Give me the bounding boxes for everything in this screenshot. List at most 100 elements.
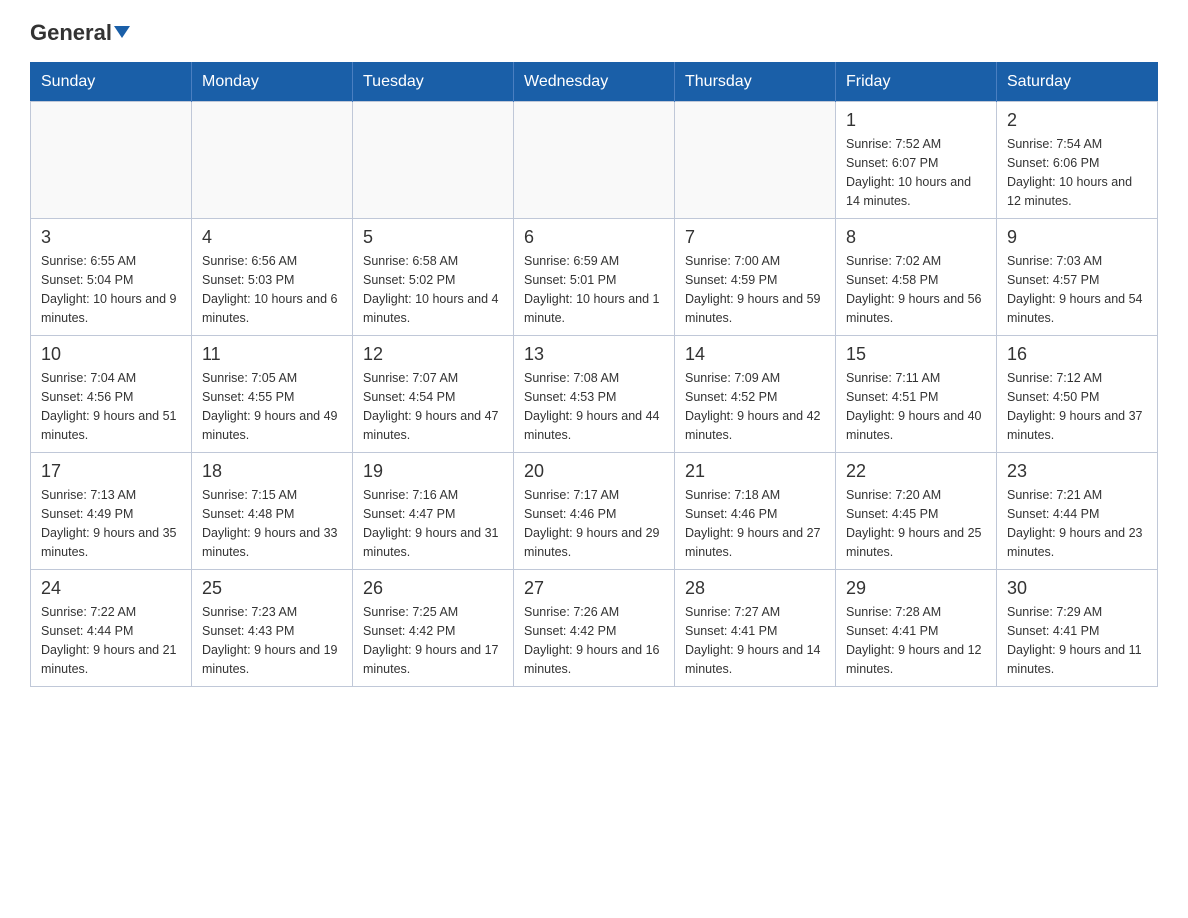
- day-number: 30: [1007, 578, 1147, 599]
- day-info: Sunrise: 7:54 AMSunset: 6:06 PMDaylight:…: [1007, 135, 1147, 210]
- calendar-cell: 4 Sunrise: 6:56 AMSunset: 5:03 PMDaylight…: [192, 219, 353, 336]
- day-number: 16: [1007, 344, 1147, 365]
- calendar-cell: [31, 102, 192, 219]
- logo-triangle-icon: [114, 26, 130, 38]
- day-info: Sunrise: 7:12 AMSunset: 4:50 PMDaylight:…: [1007, 369, 1147, 444]
- day-number: 27: [524, 578, 664, 599]
- header-sunday: Sunday: [31, 63, 192, 102]
- day-number: 1: [846, 110, 986, 131]
- day-number: 3: [41, 227, 181, 248]
- header-monday: Monday: [192, 63, 353, 102]
- calendar-cell: 25 Sunrise: 7:23 AMSunset: 4:43 PMDayligh…: [192, 570, 353, 687]
- day-number: 10: [41, 344, 181, 365]
- day-info: Sunrise: 7:08 AMSunset: 4:53 PMDaylight:…: [524, 369, 664, 444]
- day-info: Sunrise: 7:20 AMSunset: 4:45 PMDaylight:…: [846, 486, 986, 561]
- calendar-cell: 22 Sunrise: 7:20 AMSunset: 4:45 PMDayligh…: [836, 453, 997, 570]
- calendar-cell: 1 Sunrise: 7:52 AMSunset: 6:07 PMDaylight…: [836, 102, 997, 219]
- day-number: 25: [202, 578, 342, 599]
- calendar-body: 1 Sunrise: 7:52 AMSunset: 6:07 PMDaylight…: [31, 102, 1158, 687]
- day-number: 21: [685, 461, 825, 482]
- day-info: Sunrise: 7:25 AMSunset: 4:42 PMDaylight:…: [363, 603, 503, 678]
- calendar-cell: 3 Sunrise: 6:55 AMSunset: 5:04 PMDaylight…: [31, 219, 192, 336]
- day-number: 20: [524, 461, 664, 482]
- calendar-cell: 15 Sunrise: 7:11 AMSunset: 4:51 PMDayligh…: [836, 336, 997, 453]
- calendar-cell: 26 Sunrise: 7:25 AMSunset: 4:42 PMDayligh…: [353, 570, 514, 687]
- calendar-week-5: 24Sunrise: 7:22 AMSunset: 4:44 PMDayligh…: [31, 570, 1158, 687]
- day-number: 19: [363, 461, 503, 482]
- day-number: 13: [524, 344, 664, 365]
- day-info: Sunrise: 7:13 AMSunset: 4:49 PMDaylight:…: [41, 486, 181, 561]
- calendar-cell: 14 Sunrise: 7:09 AMSunset: 4:52 PMDayligh…: [675, 336, 836, 453]
- day-info: Sunrise: 7:27 AMSunset: 4:41 PMDaylight:…: [685, 603, 825, 678]
- header-friday: Friday: [836, 63, 997, 102]
- header-row: SundayMondayTuesdayWednesdayThursdayFrid…: [31, 63, 1158, 102]
- calendar-week-3: 10 Sunrise: 7:04 AMSunset: 4:56 PMDayligh…: [31, 336, 1158, 453]
- day-info: Sunrise: 7:17 AMSunset: 4:46 PMDaylight:…: [524, 486, 664, 561]
- day-number: 9: [1007, 227, 1147, 248]
- day-info: Sunrise: 7:29 AMSunset: 4:41 PMDaylight:…: [1007, 603, 1147, 678]
- day-number: 12: [363, 344, 503, 365]
- calendar-cell: 16 Sunrise: 7:12 AMSunset: 4:50 PMDayligh…: [997, 336, 1158, 453]
- day-number: 29: [846, 578, 986, 599]
- day-number: 14: [685, 344, 825, 365]
- day-info: Sunrise: 7:11 AMSunset: 4:51 PMDaylight:…: [846, 369, 986, 444]
- calendar-cell: 5 Sunrise: 6:58 AMSunset: 5:02 PMDaylight…: [353, 219, 514, 336]
- day-number: 28: [685, 578, 825, 599]
- day-info: Sunrise: 7:02 AMSunset: 4:58 PMDaylight:…: [846, 252, 986, 327]
- day-number: 6: [524, 227, 664, 248]
- header-thursday: Thursday: [675, 63, 836, 102]
- day-number: 7: [685, 227, 825, 248]
- day-info: Sunrise: 7:07 AMSunset: 4:54 PMDaylight:…: [363, 369, 503, 444]
- day-info: Sunrise: 7:23 AMSunset: 4:43 PMDaylight:…: [202, 603, 342, 678]
- day-info: Sunrise: 7:15 AMSunset: 4:48 PMDaylight:…: [202, 486, 342, 561]
- day-number: 4: [202, 227, 342, 248]
- day-number: 8: [846, 227, 986, 248]
- day-info: Sunrise: 7:52 AMSunset: 6:07 PMDaylight:…: [846, 135, 986, 210]
- calendar-table: SundayMondayTuesdayWednesdayThursdayFrid…: [30, 62, 1158, 687]
- logo-text: General: [30, 20, 130, 46]
- logo: General: [30, 20, 130, 46]
- day-number: 11: [202, 344, 342, 365]
- day-info: Sunrise: 6:58 AMSunset: 5:02 PMDaylight:…: [363, 252, 503, 327]
- calendar-week-1: 1 Sunrise: 7:52 AMSunset: 6:07 PMDaylight…: [31, 102, 1158, 219]
- day-number: 2: [1007, 110, 1147, 131]
- calendar-header: SundayMondayTuesdayWednesdayThursdayFrid…: [31, 63, 1158, 102]
- calendar-cell: [192, 102, 353, 219]
- calendar-cell: 6Sunrise: 6:59 AMSunset: 5:01 PMDaylight…: [514, 219, 675, 336]
- header-wednesday: Wednesday: [514, 63, 675, 102]
- header-tuesday: Tuesday: [353, 63, 514, 102]
- calendar-cell: 23 Sunrise: 7:21 AMSunset: 4:44 PMDayligh…: [997, 453, 1158, 570]
- day-info: Sunrise: 6:55 AMSunset: 5:04 PMDaylight:…: [41, 252, 181, 327]
- day-info: Sunrise: 7:26 AMSunset: 4:42 PMDaylight:…: [524, 603, 664, 678]
- day-number: 17: [41, 461, 181, 482]
- calendar-cell: 17 Sunrise: 7:13 AMSunset: 4:49 PMDayligh…: [31, 453, 192, 570]
- header-saturday: Saturday: [997, 63, 1158, 102]
- calendar-cell: 19 Sunrise: 7:16 AMSunset: 4:47 PMDayligh…: [353, 453, 514, 570]
- calendar-cell: 21Sunrise: 7:18 AMSunset: 4:46 PMDayligh…: [675, 453, 836, 570]
- calendar-week-2: 3 Sunrise: 6:55 AMSunset: 5:04 PMDaylight…: [31, 219, 1158, 336]
- page-header: General: [30, 20, 1158, 46]
- day-info: Sunrise: 7:09 AMSunset: 4:52 PMDaylight:…: [685, 369, 825, 444]
- day-info: Sunrise: 7:04 AMSunset: 4:56 PMDaylight:…: [41, 369, 181, 444]
- calendar-cell: 2 Sunrise: 7:54 AMSunset: 6:06 PMDaylight…: [997, 102, 1158, 219]
- day-number: 5: [363, 227, 503, 248]
- calendar-cell: 27 Sunrise: 7:26 AMSunset: 4:42 PMDayligh…: [514, 570, 675, 687]
- calendar-cell: 8 Sunrise: 7:02 AMSunset: 4:58 PMDaylight…: [836, 219, 997, 336]
- calendar-cell: 12 Sunrise: 7:07 AMSunset: 4:54 PMDayligh…: [353, 336, 514, 453]
- day-info: Sunrise: 7:16 AMSunset: 4:47 PMDaylight:…: [363, 486, 503, 561]
- day-number: 15: [846, 344, 986, 365]
- calendar-cell: 20 Sunrise: 7:17 AMSunset: 4:46 PMDayligh…: [514, 453, 675, 570]
- day-info: Sunrise: 7:28 AMSunset: 4:41 PMDaylight:…: [846, 603, 986, 678]
- calendar-cell: 28 Sunrise: 7:27 AMSunset: 4:41 PMDayligh…: [675, 570, 836, 687]
- calendar-cell: 10 Sunrise: 7:04 AMSunset: 4:56 PMDayligh…: [31, 336, 192, 453]
- day-number: 22: [846, 461, 986, 482]
- calendar-cell: 18 Sunrise: 7:15 AMSunset: 4:48 PMDayligh…: [192, 453, 353, 570]
- day-number: 24: [41, 578, 181, 599]
- day-number: 26: [363, 578, 503, 599]
- day-info: Sunrise: 7:21 AMSunset: 4:44 PMDaylight:…: [1007, 486, 1147, 561]
- day-info: Sunrise: 6:56 AMSunset: 5:03 PMDaylight:…: [202, 252, 342, 327]
- calendar-cell: 13 Sunrise: 7:08 AMSunset: 4:53 PMDayligh…: [514, 336, 675, 453]
- day-number: 23: [1007, 461, 1147, 482]
- day-number: 18: [202, 461, 342, 482]
- day-info: Sunrise: 7:03 AMSunset: 4:57 PMDaylight:…: [1007, 252, 1147, 327]
